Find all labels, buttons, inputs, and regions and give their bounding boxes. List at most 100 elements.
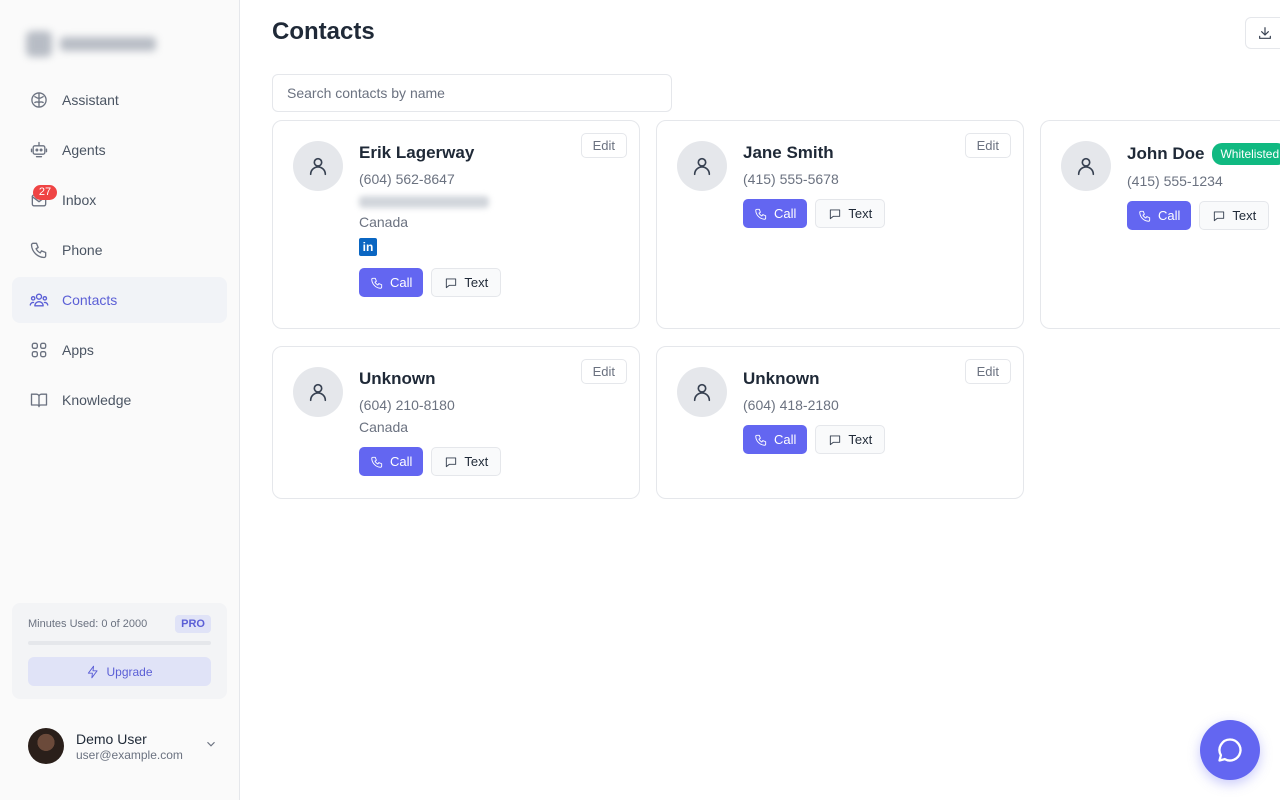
robot-icon (28, 139, 50, 161)
chat-bubble-icon (1218, 738, 1242, 762)
sidebar-item-agents[interactable]: Agents (12, 127, 227, 173)
brain-icon (28, 89, 50, 111)
contact-name: Unknown (359, 369, 436, 388)
text-label: Text (848, 206, 873, 221)
text-button[interactable]: Text (1199, 201, 1270, 230)
contact-avatar (293, 141, 343, 191)
app-logo[interactable] (26, 30, 166, 58)
contact-avatar (293, 367, 343, 417)
call-button[interactable]: Call (743, 425, 808, 454)
sidebar-item-knowledge[interactable]: Knowledge (12, 377, 227, 423)
call-button[interactable]: Call (1127, 201, 1192, 230)
text-button[interactable]: Text (431, 268, 502, 297)
message-icon (446, 456, 457, 467)
download-icon (1259, 27, 1271, 39)
message-icon (1214, 210, 1225, 221)
message-icon (830, 208, 841, 219)
call-label: Call (1158, 208, 1181, 223)
contact-avatar (1061, 141, 1111, 191)
phone-icon (755, 434, 767, 446)
chat-button[interactable] (1200, 720, 1260, 780)
contact-phone: (604) 418-2180 (743, 397, 839, 413)
user-icon (693, 383, 711, 402)
inbox-unread-badge: 27 (33, 185, 57, 200)
contact-avatar (677, 141, 727, 191)
contact-phone: (604) 562-8647 (359, 171, 455, 187)
sidebar-item-label: Apps (62, 342, 94, 358)
sidebar-item-contacts[interactable]: Contacts (12, 277, 227, 323)
edit-button[interactable]: Edit (964, 133, 1011, 158)
call-label: Call (774, 432, 797, 447)
user-name: Demo User (76, 730, 147, 747)
sidebar-item-inbox[interactable]: 27 Inbox (12, 177, 227, 223)
user-icon (309, 383, 327, 402)
sidebar-item-apps[interactable]: Apps (12, 327, 227, 373)
phone-icon (755, 208, 767, 220)
user-icon (693, 157, 711, 176)
text-button[interactable]: Text (815, 199, 886, 228)
minutes-used-text: Minutes Used: 0 of 2000 (28, 618, 148, 630)
book-icon (28, 389, 50, 411)
message-icon (446, 277, 457, 288)
sidebar-item-label: Knowledge (62, 392, 132, 408)
contact-phone: (415) 555-5678 (743, 171, 839, 187)
user-icon (1077, 157, 1095, 176)
sidebar-item-label: Assistant (62, 92, 119, 108)
call-label: Call (390, 454, 413, 469)
contact-name: Erik Lagerway (359, 143, 475, 162)
contact-name: John Doe (1127, 144, 1205, 163)
lightning-icon (88, 665, 99, 678)
edit-button[interactable]: Edit (580, 359, 627, 384)
call-label: Call (390, 275, 413, 290)
edit-button[interactable]: Edit (964, 359, 1011, 384)
sidebar: Assistant Agents 27 Inbox Phone Contacts (0, 0, 240, 800)
contact-phone: (604) 210-8180 (359, 397, 455, 413)
sidebar-item-label: Phone (62, 242, 103, 258)
user-email: user@example.com (76, 747, 183, 762)
sidebar-item-assistant[interactable]: Assistant (12, 77, 227, 123)
phone-icon (371, 456, 383, 468)
contact-email-redacted (359, 196, 489, 208)
contact-card: Unknown (604) 418-2180 Call Text Edit (656, 346, 1024, 499)
text-label: Text (1232, 208, 1257, 223)
edit-button[interactable]: Edit (580, 133, 627, 158)
call-button[interactable]: Call (743, 199, 808, 228)
contact-location: Canada (359, 419, 409, 435)
contact-card: Unknown (604) 210-8180 Canada Call Text … (272, 346, 640, 499)
phone-icon (28, 239, 50, 261)
contact-phone: (415) 555-1234 (1127, 173, 1223, 189)
text-button[interactable]: Text (431, 447, 502, 476)
message-icon (830, 434, 841, 445)
contact-avatar (677, 367, 727, 417)
sidebar-item-label: Agents (62, 142, 106, 158)
call-button[interactable]: Call (359, 447, 424, 476)
upgrade-label: Upgrade (106, 664, 153, 679)
upgrade-button[interactable]: Upgrade (28, 657, 211, 686)
sidebar-nav: Assistant Agents 27 Inbox Phone Contacts (12, 77, 227, 427)
phone-icon (371, 277, 383, 289)
sidebar-item-label: Contacts (62, 292, 118, 308)
download-button[interactable] (1245, 17, 1280, 49)
avatar (28, 728, 64, 764)
page-title: Contacts (272, 18, 375, 45)
linkedin-icon[interactable]: in (359, 238, 377, 256)
whitelisted-badge: Whitelisted (1212, 143, 1280, 165)
text-label: Text (464, 454, 489, 469)
sidebar-item-phone[interactable]: Phone (12, 227, 227, 273)
search-input[interactable] (272, 74, 672, 112)
text-button[interactable]: Text (815, 425, 886, 454)
text-label: Text (464, 275, 489, 290)
sidebar-item-label: Inbox (62, 192, 97, 208)
contact-card: Erik Lagerway (604) 562-8647 Canada in C… (272, 120, 640, 329)
usage-progress-bar (28, 641, 211, 645)
contact-name: Unknown (743, 369, 820, 388)
phone-icon (1139, 210, 1151, 222)
grid-icon (28, 339, 50, 361)
text-label: Text (848, 432, 873, 447)
plan-badge: PRO (175, 615, 211, 633)
contact-card: Jane Smith (415) 555-5678 Call Text Edit (656, 120, 1024, 329)
contact-name: Jane Smith (743, 143, 834, 162)
contact-card: John Doe Whitelisted (415) 555-1234 Call … (1040, 120, 1280, 329)
user-menu[interactable]: Demo User user@example.com (28, 727, 218, 765)
call-button[interactable]: Call (359, 268, 424, 297)
